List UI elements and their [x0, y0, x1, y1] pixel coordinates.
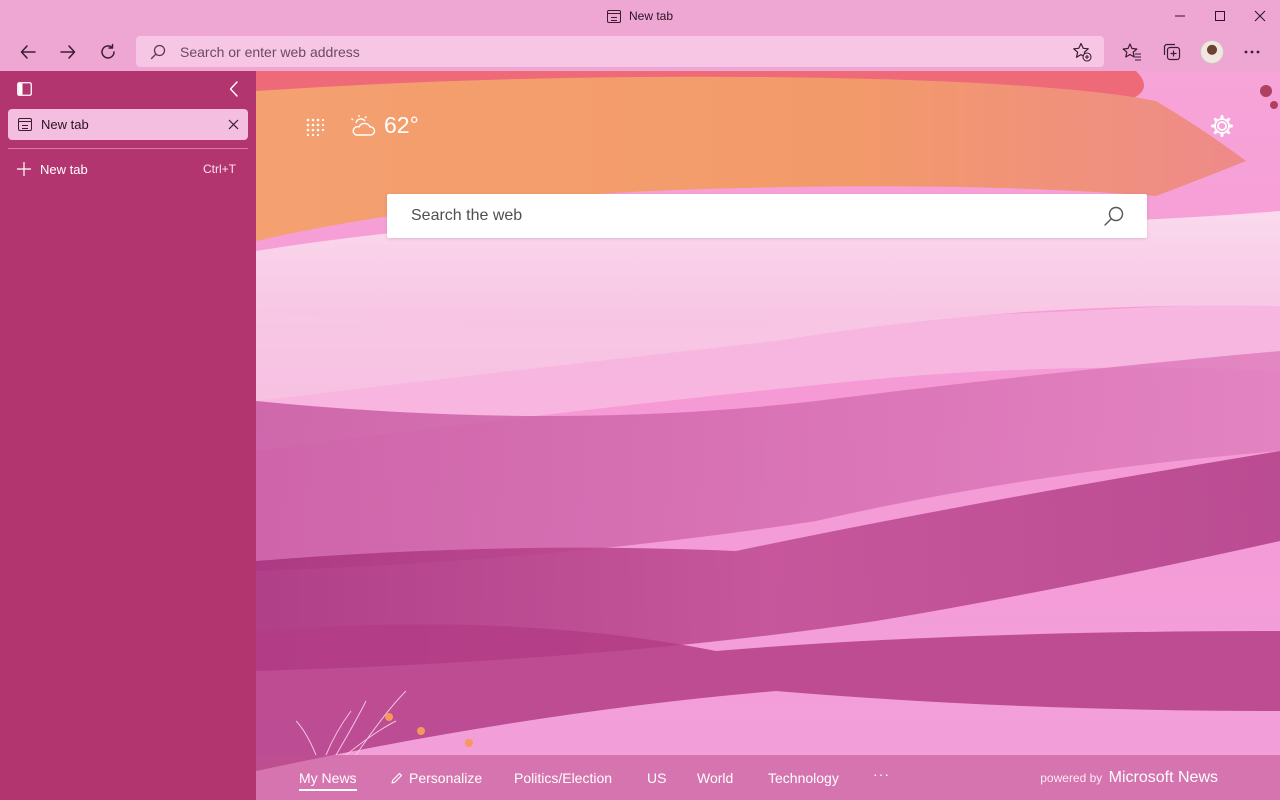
apps-launcher-button[interactable]	[306, 118, 325, 141]
new-tab-page: 62° Search the web My News Personalize P…	[256, 71, 1280, 800]
tab-actions-button[interactable]	[17, 82, 32, 101]
maximize-button[interactable]	[1200, 0, 1240, 32]
background-image	[256, 71, 1280, 771]
weather-temperature: 62°	[384, 112, 419, 138]
news-navigation-bar: My News Personalize Politics/Election US…	[256, 755, 1280, 800]
vertical-tabs-pane: New tab New tab Ctrl+T	[0, 71, 256, 800]
settings-gear-icon	[1211, 115, 1233, 137]
web-search-input[interactable]: Search the web	[387, 194, 1147, 238]
news-tab-us[interactable]: US	[647, 770, 666, 786]
collapse-icon	[229, 81, 238, 97]
plus-icon	[17, 162, 31, 176]
search-icon	[1104, 206, 1124, 226]
news-tab-world[interactable]: World	[697, 770, 733, 786]
web-search-placeholder: Search the web	[411, 207, 523, 224]
close-tab-button[interactable]	[228, 118, 239, 133]
close-icon	[228, 119, 239, 130]
vertical-tabs-icon	[17, 82, 32, 96]
address-placeholder: Search or enter web address	[180, 43, 360, 60]
vertical-tab-label: New tab	[41, 117, 89, 132]
back-button[interactable]	[8, 36, 48, 68]
favorites-icon	[1122, 42, 1141, 61]
back-icon	[20, 44, 36, 59]
close-window-button[interactable]	[1240, 0, 1280, 32]
minimize-icon	[1175, 15, 1185, 17]
personalize-label: Personalize	[409, 770, 483, 786]
new-tab-button[interactable]: New tab Ctrl+T	[8, 153, 248, 185]
vertical-tab-new-tab[interactable]: New tab	[8, 109, 248, 140]
forward-icon	[60, 44, 76, 59]
news-tab-politics-election[interactable]: Politics/Election	[514, 770, 612, 786]
refresh-button[interactable]	[88, 36, 128, 68]
more-icon	[1244, 50, 1260, 53]
news-provider-brand: Microsoft News	[1108, 769, 1218, 786]
tab-page-icon	[18, 118, 32, 131]
news-tab-my-news[interactable]: My News	[299, 770, 357, 791]
favorites-button[interactable]	[1112, 36, 1152, 68]
browser-toolbar: Search or enter web address	[0, 32, 1280, 71]
web-search-submit[interactable]	[1103, 205, 1125, 232]
weather-icon	[351, 114, 376, 136]
title-bar: New tab	[0, 0, 1280, 32]
apps-grid-icon	[306, 118, 325, 137]
weather-widget[interactable]: 62°	[350, 112, 419, 139]
powered-by-credit: powered by Microsoft News	[1040, 769, 1218, 787]
pencil-icon	[391, 772, 403, 784]
tab-page-icon	[606, 9, 621, 23]
page-settings-button[interactable]	[1210, 114, 1234, 143]
settings-and-more-button[interactable]	[1232, 36, 1272, 68]
collapse-pane-button[interactable]	[228, 80, 240, 103]
minimize-button[interactable]	[1160, 0, 1200, 32]
tabs-divider	[8, 148, 248, 149]
close-icon	[1254, 10, 1266, 22]
collections-icon	[1163, 43, 1181, 60]
add-favorite-button[interactable]	[1072, 42, 1092, 65]
collections-button[interactable]	[1152, 36, 1192, 68]
window-controls	[1160, 0, 1280, 32]
search-icon	[150, 44, 166, 59]
new-tab-shortcut: Ctrl+T	[203, 162, 236, 176]
favorite-add-icon	[1073, 42, 1092, 62]
new-tab-label: New tab	[40, 161, 88, 177]
news-tab-technology[interactable]: Technology	[768, 770, 839, 786]
powered-by-label: powered by	[1040, 771, 1103, 785]
forward-button[interactable]	[48, 36, 88, 68]
toolbar-actions	[1112, 32, 1272, 71]
news-tab-personalize[interactable]: Personalize	[390, 770, 482, 786]
vertical-tabs-header	[0, 71, 256, 107]
window-title-group: New tab	[606, 9, 674, 23]
maximize-icon	[1215, 11, 1225, 21]
refresh-icon	[101, 43, 115, 59]
window-title: New tab	[628, 9, 674, 23]
profile-avatar	[1200, 39, 1224, 64]
news-more-button[interactable]: ···	[873, 766, 890, 782]
profile-button[interactable]	[1192, 36, 1232, 68]
address-bar[interactable]: Search or enter web address	[136, 36, 1104, 67]
